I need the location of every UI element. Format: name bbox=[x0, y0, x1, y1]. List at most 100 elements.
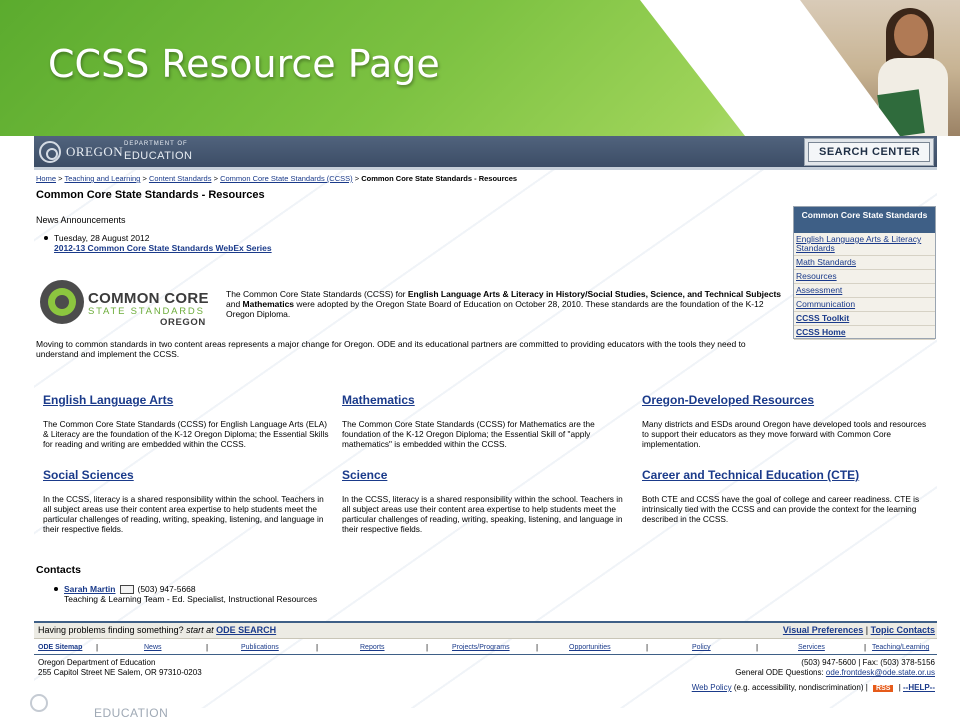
card-science: Science In the CCSS, literacy is a share… bbox=[342, 469, 632, 534]
contact-role: Teaching & Learning Team - Ed. Specialis… bbox=[64, 594, 318, 605]
help-link[interactable]: --HELP-- bbox=[903, 683, 935, 692]
intro-bold-ela: English Language Arts & Literacy in Hist… bbox=[407, 289, 782, 299]
footer-nav: ODE Sitemap | News | Publications | Repo… bbox=[34, 642, 937, 655]
ccss-sidebar: Common Core State Standards English Lang… bbox=[793, 206, 936, 340]
separator: | bbox=[864, 643, 867, 652]
sidebar-link-ela-standards[interactable]: English Language Arts & Literacy Standar… bbox=[794, 233, 935, 256]
footer-email-link[interactable]: ode.frontdesk@ode.state.or.us bbox=[826, 668, 935, 677]
card-body-ela: The Common Core State Standards (CCSS) f… bbox=[43, 419, 329, 449]
intro-paragraph-2: Moving to common standards in two conten… bbox=[36, 339, 746, 359]
help-left: Having problems finding something? start… bbox=[38, 625, 276, 635]
footer-questions-label: General ODE Questions: bbox=[735, 668, 824, 677]
help-text: Having problems finding something? bbox=[38, 625, 184, 635]
help-start-text: start at bbox=[186, 625, 214, 635]
card-title-oregon-resources[interactable]: Oregon-Developed Resources bbox=[642, 394, 932, 406]
footer-link-publications[interactable]: Publications bbox=[241, 644, 279, 651]
news-link[interactable]: 2012-13 Common Core State Standards WebE… bbox=[54, 243, 272, 253]
separator: | bbox=[898, 683, 901, 692]
visual-preferences-link[interactable]: Visual Preferences bbox=[783, 625, 863, 635]
contact-phone: (503) 947-5668 bbox=[137, 584, 196, 594]
footer-questions: General ODE Questions: ode.frontdesk@ode… bbox=[735, 668, 935, 678]
breadcrumb-content-standards[interactable]: Content Standards bbox=[149, 174, 212, 183]
footer-link-sitemap[interactable]: ODE Sitemap bbox=[38, 644, 82, 651]
footer-link-services[interactable]: Services bbox=[798, 644, 825, 651]
card-body-science: In the CCSS, literacy is a shared respon… bbox=[342, 494, 623, 534]
email-icon[interactable] bbox=[119, 585, 134, 595]
card-oregon-resources: Oregon-Developed Resources Many district… bbox=[642, 394, 932, 449]
search-center-button[interactable]: SEARCH CENTER bbox=[804, 138, 934, 166]
footer-link-reports[interactable]: Reports bbox=[360, 644, 385, 651]
footer-address: Oregon Department of Education 255 Capit… bbox=[38, 658, 202, 678]
intro-paragraph: The Common Core State Standards (CCSS) f… bbox=[226, 289, 786, 319]
footer-contact: (503) 947-5600 | Fax: (503) 378-5156 Gen… bbox=[735, 658, 935, 678]
logo-line-state-standards: STATE STANDARDS bbox=[88, 306, 205, 317]
sidebar-link-assessment[interactable]: Assessment bbox=[794, 284, 935, 298]
breadcrumb: Home > Teaching and Learning > Content S… bbox=[36, 174, 517, 183]
topic-contacts-link[interactable]: Topic Contacts bbox=[871, 625, 935, 635]
web-policy-link[interactable]: Web Policy bbox=[692, 683, 732, 692]
bullet-icon bbox=[44, 236, 48, 240]
separator: | bbox=[206, 643, 209, 652]
common-core-logo: COMMON CORE STATE STANDARDS OREGON bbox=[40, 276, 218, 328]
page-title: Common Core State Standards - Resources bbox=[36, 189, 265, 201]
oregon-logo-icon bbox=[39, 141, 61, 163]
logo-dept: DEPARTMENT OF bbox=[124, 141, 188, 147]
card-social-sciences: Social Sciences In the CCSS, literacy is… bbox=[43, 469, 333, 534]
footer-street: 255 Capitol Street NE Salem, OR 97310-02… bbox=[38, 668, 202, 677]
contact-item: Sarah Martin (503) 947-5668 Teaching & Le… bbox=[54, 584, 318, 605]
card-title-science[interactable]: Science bbox=[342, 469, 632, 481]
card-cte: Career and Technical Education (CTE) Bot… bbox=[642, 469, 932, 524]
news-item: Tuesday, 28 August 2012 2012-13 Common C… bbox=[44, 233, 272, 253]
card-title-ela[interactable]: English Language Arts bbox=[43, 394, 333, 406]
separator: | bbox=[96, 643, 99, 652]
intro-text: were adopted by the Oregon State Board o… bbox=[226, 299, 764, 319]
footer-link-news[interactable]: News bbox=[144, 644, 162, 651]
card-body-cte: Both CTE and CCSS have the goal of colle… bbox=[642, 494, 920, 524]
footer-link-policy[interactable]: Policy bbox=[692, 644, 711, 651]
card-title-cte[interactable]: Career and Technical Education (CTE) bbox=[642, 469, 932, 481]
breadcrumb-current: Common Core State Standards - Resources bbox=[361, 174, 518, 183]
sidebar-link-toolkit[interactable]: CCSS Toolkit bbox=[794, 312, 935, 326]
sidebar-link-ccss-home[interactable]: CCSS Home bbox=[794, 326, 935, 340]
news-heading: News Announcements bbox=[36, 215, 126, 225]
sidebar-link-resources[interactable]: Resources bbox=[794, 270, 935, 284]
logo-education: EDUCATION bbox=[124, 150, 193, 162]
footer-policy-row: Web Policy (e.g. accessibility, nondiscr… bbox=[692, 683, 935, 692]
website-screenshot: OREGON DEPARTMENT OF EDUCATION SEARCH CE… bbox=[34, 136, 937, 708]
ode-search-link[interactable]: ODE SEARCH bbox=[216, 625, 276, 635]
help-bar: Having problems finding something? start… bbox=[34, 621, 937, 639]
slide-title: CCSS Resource Page bbox=[48, 42, 440, 86]
help-right: Visual Preferences | Topic Contacts bbox=[783, 625, 935, 635]
common-core-swirl-icon bbox=[40, 280, 84, 324]
separator: | bbox=[316, 643, 319, 652]
separator: | bbox=[646, 643, 649, 652]
footer-link-opportunities[interactable]: Opportunities bbox=[569, 644, 611, 651]
breadcrumb-ccss[interactable]: Common Core State Standards (CCSS) bbox=[220, 174, 353, 183]
card-title-social-sciences[interactable]: Social Sciences bbox=[43, 469, 333, 481]
sidebar-link-math-standards[interactable]: Math Standards bbox=[794, 256, 935, 270]
separator: | bbox=[756, 643, 759, 652]
breadcrumb-separator: > bbox=[142, 174, 147, 183]
contacts-heading: Contacts bbox=[36, 564, 81, 576]
breadcrumb-home[interactable]: Home bbox=[36, 174, 56, 183]
site-header-bar: OREGON DEPARTMENT OF EDUCATION SEARCH CE… bbox=[34, 136, 937, 170]
logo-state: OREGON bbox=[66, 144, 124, 159]
breadcrumb-separator: > bbox=[58, 174, 63, 183]
card-title-math[interactable]: Mathematics bbox=[342, 394, 632, 406]
breadcrumb-separator: > bbox=[213, 174, 218, 183]
separator: | bbox=[426, 643, 429, 652]
footer-org: Oregon Department of Education bbox=[38, 658, 156, 667]
card-math: Mathematics The Common Core State Standa… bbox=[342, 394, 632, 449]
contact-name-link[interactable]: Sarah Martin bbox=[64, 584, 116, 594]
footer-phone-fax: (503) 947-5600 | Fax: (503) 378-5156 bbox=[801, 658, 935, 667]
rss-icon[interactable]: RSS bbox=[873, 685, 894, 692]
card-body-oregon-resources: Many districts and ESDs around Oregon ha… bbox=[642, 419, 927, 449]
sidebar-heading: Common Core State Standards bbox=[794, 207, 935, 233]
card-body-social-sciences: In the CCSS, literacy is a shared respon… bbox=[43, 494, 324, 534]
separator: | bbox=[536, 643, 539, 652]
footer-link-teaching[interactable]: Teaching/Learning bbox=[872, 644, 929, 651]
sidebar-link-communication[interactable]: Communication bbox=[794, 298, 935, 312]
search-center-frame: SEARCH CENTER bbox=[808, 142, 930, 162]
breadcrumb-teaching[interactable]: Teaching and Learning bbox=[64, 174, 140, 183]
footer-link-projects[interactable]: Projects/Programs bbox=[452, 644, 510, 651]
